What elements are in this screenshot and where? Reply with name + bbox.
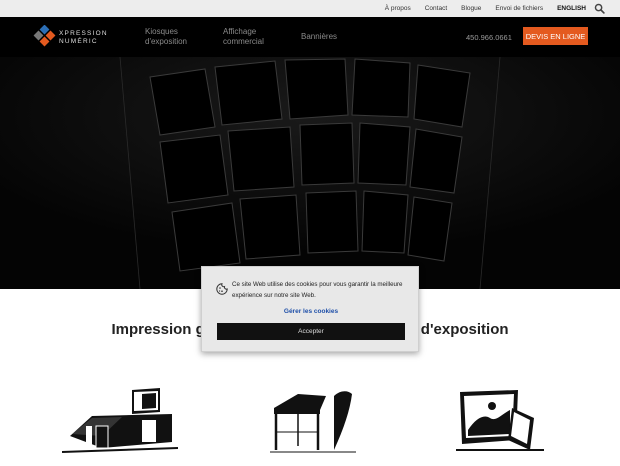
link-a-propos[interactable]: À propos (385, 5, 411, 12)
hero-banner (0, 57, 620, 289)
tent-illustration[interactable] (268, 388, 358, 454)
nav-item-label: d'exposition (145, 36, 187, 46)
nav-item-label: commercial (223, 36, 264, 46)
logo-mark (33, 24, 56, 47)
headline-left: Impression g (111, 321, 205, 338)
nav-item-affichage[interactable]: Affichage commercial (223, 27, 264, 46)
search-icon[interactable] (594, 3, 605, 14)
nav-item-kiosques[interactable]: Kiosques d'exposition (145, 27, 187, 46)
main-nav: XPRESSION NUMÉRIC Kiosques d'exposition … (0, 17, 620, 57)
utility-bar: À propos Contact Blogue Envoi de fichier… (0, 0, 620, 17)
headline-right: d'exposition (420, 321, 509, 338)
nav-item-label: Affichage (223, 27, 257, 36)
cookie-message: Ce site Web utilise des cookies pour vou… (232, 281, 403, 299)
logo-line1: XPRESSION (59, 30, 108, 37)
logo-text: XPRESSION NUMÉRIC (59, 30, 108, 46)
nav-item-bannieres[interactable]: Bannières (301, 32, 337, 42)
link-contact[interactable]: Contact (425, 5, 447, 12)
manage-cookies-link[interactable]: Gérer les cookies (202, 308, 420, 315)
phone-number[interactable]: 450.966.0661 (466, 33, 512, 42)
page: À propos Contact Blogue Envoi de fichier… (0, 0, 620, 466)
logo-line2: NUMÉRIC (59, 38, 98, 45)
cookie-icon (216, 283, 228, 295)
link-blogue[interactable]: Blogue (461, 5, 481, 12)
link-english[interactable]: ENGLISH (557, 5, 586, 12)
kiosk-illustration[interactable] (62, 386, 178, 454)
hero-image (0, 57, 620, 289)
banner-illustration[interactable] (456, 388, 546, 454)
utility-links: À propos Contact Blogue Envoi de fichier… (371, 0, 586, 17)
link-envoi-fichiers[interactable]: Envoi de fichiers (495, 5, 543, 12)
cookie-consent-dialog: Ce site Web utilise des cookies pour vou… (201, 266, 419, 352)
nav-item-label: Bannières (301, 32, 338, 41)
online-quote-button[interactable]: DEVIS EN LIGNE (523, 27, 588, 45)
logo[interactable]: XPRESSION NUMÉRIC (32, 24, 112, 51)
nav-item-label: Kiosques (145, 27, 178, 36)
accept-cookies-button[interactable]: Accepter (217, 323, 405, 340)
